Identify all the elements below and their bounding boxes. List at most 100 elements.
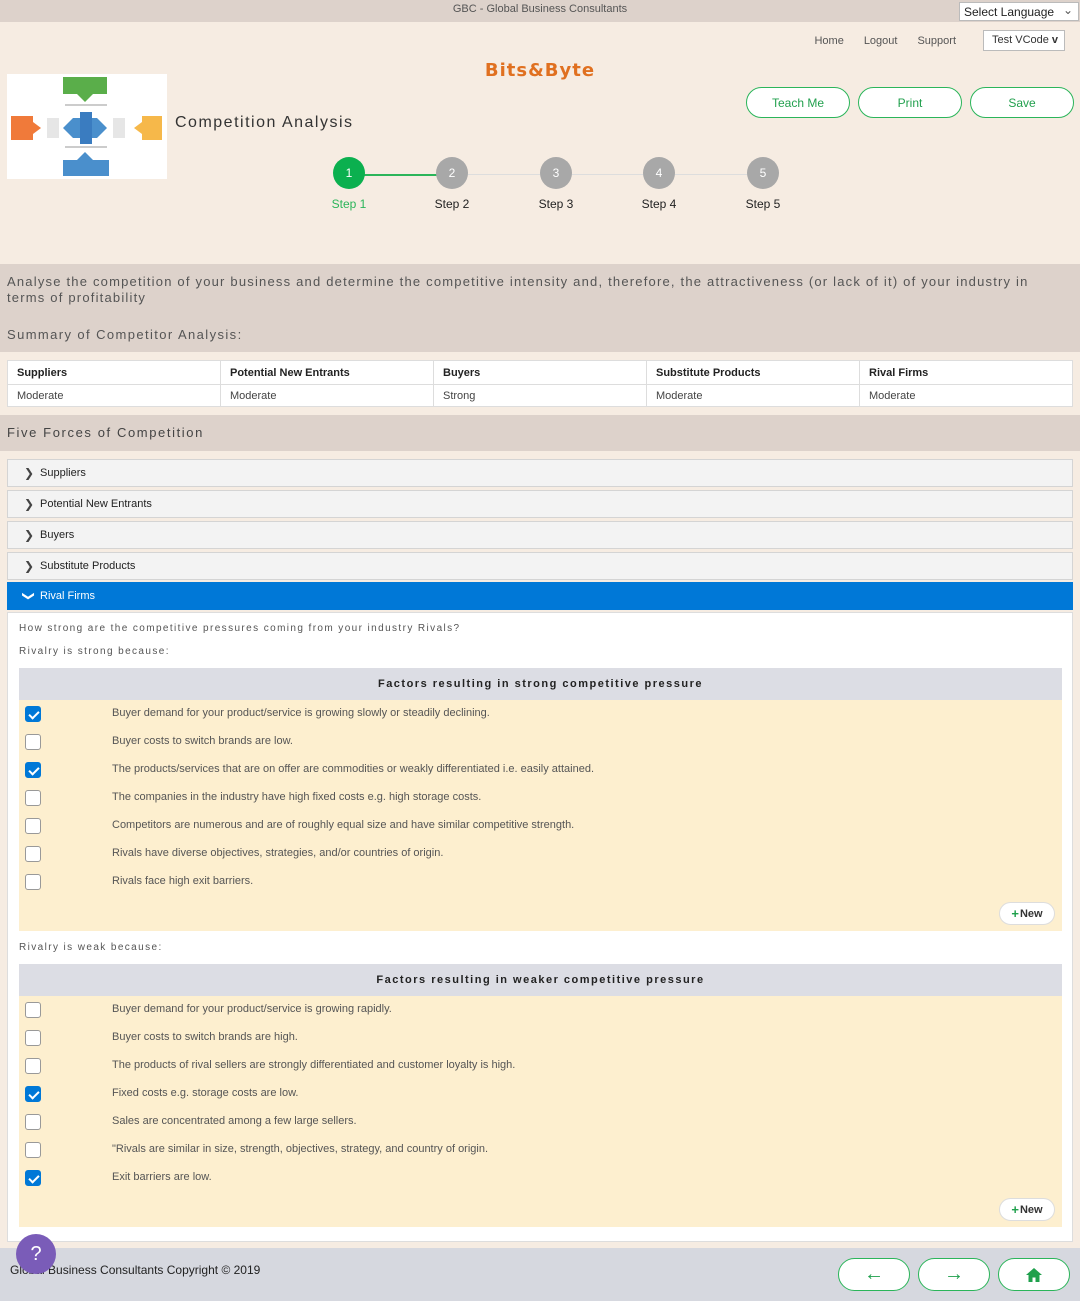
factor-checkbox[interactable] [25,1002,41,1018]
factor-row: Fixed costs e.g. storage costs are low. [19,1080,1062,1108]
factor-checkbox[interactable] [25,1170,41,1186]
print-button[interactable]: Print [858,87,962,118]
factor-text: Buyer costs to switch brands are high. [112,1031,298,1043]
table-header: Substitute Products [646,360,860,385]
home-button[interactable] [998,1258,1070,1291]
vcode-select[interactable]: Test VCode v [983,30,1065,51]
factor-row: The products of rival sellers are strong… [19,1052,1062,1080]
accordion-label: Suppliers [40,467,86,479]
factor-checkbox[interactable] [25,762,41,778]
plus-icon: + [1011,1202,1019,1217]
step-number: 5 [747,157,779,189]
factor-row: The products/services that are on offer … [19,756,1062,784]
weak-factors-header: Factors resulting in weaker competitive … [19,964,1062,996]
nav-support-link[interactable]: Support [917,35,956,47]
factor-checkbox[interactable] [25,1058,41,1074]
new-button-label: New [1019,907,1043,920]
back-button[interactable]: ← [838,1258,910,1291]
factor-checkbox[interactable] [25,1086,41,1102]
header-nav: Home Logout Support [814,35,956,47]
factor-checkbox[interactable] [25,1142,41,1158]
table-cell: Moderate [7,384,221,407]
new-button-label: New [1019,1203,1043,1216]
factor-row: "Rivals are similar in size, strength, o… [19,1136,1062,1164]
chevron-right-icon: ❯ [24,528,35,542]
step-5[interactable]: 5 Step 5 [713,157,813,211]
factor-checkbox[interactable] [25,1030,41,1046]
intro-text: Analyse the competition of your business… [7,274,1029,305]
factor-row: The companies in the industry have high … [19,784,1062,812]
factor-row: Buyer costs to switch brands are low. [19,728,1062,756]
step-number: 3 [540,157,572,189]
table-cell: Moderate [859,384,1073,407]
arrow-left-icon: ← [864,1263,884,1285]
rival-question: How strong are the competitive pressures… [19,623,461,634]
footer: Global Business Consultants Copyright © … [0,1248,1080,1301]
factor-checkbox[interactable] [25,706,41,722]
chevron-right-icon: ❯ [24,466,35,480]
accordion-label: Substitute Products [40,560,136,572]
factor-row: Competitors are numerous and are of roug… [19,812,1062,840]
header-actions: Teach Me Print Save [746,87,1074,118]
teach-me-button[interactable]: Teach Me [746,87,850,118]
step-1[interactable]: 1 Step 1 [299,157,399,211]
add-weak-factor-button[interactable]: + New [999,1198,1055,1221]
factor-text: "Rivals are similar in size, strength, o… [112,1143,489,1155]
factor-text: Buyer demand for your product/service is… [112,1003,392,1015]
strong-rivalry-label: Rivalry is strong because: [19,646,170,657]
factor-text: Buyer demand for your product/service is… [112,707,490,719]
factor-text: Competitors are numerous and are of roug… [112,819,575,831]
language-select[interactable]: Select Language ⌄ [959,2,1079,21]
home-icon [1026,1267,1042,1282]
step-4[interactable]: 4 Step 4 [609,157,709,211]
table-header: Suppliers [7,360,221,385]
factor-checkbox[interactable] [25,734,41,750]
factor-row: Rivals have diverse objectives, strategi… [19,840,1062,868]
factor-text: Fixed costs e.g. storage costs are low. [112,1087,299,1099]
factor-checkbox[interactable] [25,846,41,862]
chevron-down-icon: ❯ [22,590,37,602]
factor-row: Exit barriers are low. [19,1164,1062,1192]
step-number: 1 [333,157,365,189]
language-select-value: Select Language [964,5,1055,19]
table-cell: Moderate [220,384,434,407]
accordion-potential-new-entrants[interactable]: ❯ Potential New Entrants [7,490,1073,518]
factor-checkbox[interactable] [25,874,41,890]
weak-factors-box: Factors resulting in weaker competitive … [19,964,1062,1227]
summary-title: Summary of Competitor Analysis: [7,327,243,342]
forward-button[interactable]: → [918,1258,990,1291]
step-label: Step 1 [331,197,367,211]
step-2[interactable]: 2 Step 2 [402,157,502,211]
save-button[interactable]: Save [970,87,1074,118]
factor-checkbox[interactable] [25,1114,41,1130]
nav-logout-link[interactable]: Logout [864,35,898,47]
factor-row: Sales are concentrated among a few large… [19,1108,1062,1136]
factor-text: Exit barriers are low. [112,1171,212,1183]
accordion-suppliers[interactable]: ❯ Suppliers [7,459,1073,487]
arrow-right-icon: → [944,1263,964,1285]
factor-checkbox[interactable] [25,818,41,834]
help-button[interactable]: ? [16,1234,56,1274]
step-3[interactable]: 3 Step 3 [506,157,606,211]
factor-checkbox[interactable] [25,790,41,806]
accordion-buyers[interactable]: ❯ Buyers [7,521,1073,549]
table-cell: Strong [433,384,647,407]
factor-text: The products of rival sellers are strong… [112,1059,516,1071]
top-bar: GBC - Global Business Consultants Select… [0,0,1080,22]
table-header: Potential New Entrants [220,360,434,385]
accordion-substitute-products[interactable]: ❯ Substitute Products [7,552,1073,580]
factor-text: Buyer costs to switch brands are low. [112,735,293,747]
accordion-rival-firms[interactable]: ❯ Rival Firms [7,582,1073,610]
intro-section: Analyse the competition of your business… [0,264,1080,352]
table-cell: Moderate [646,384,860,407]
strong-factors-box: Factors resulting in strong competitive … [19,668,1062,931]
step-number: 4 [643,157,675,189]
table-header-row: Suppliers Potential New Entrants Buyers … [7,360,1073,385]
add-strong-factor-button[interactable]: + New [999,902,1055,925]
nav-home-link[interactable]: Home [814,35,843,47]
chevron-right-icon: ❯ [24,559,35,573]
factor-row: Buyer demand for your product/service is… [19,996,1062,1024]
table-header: Buyers [433,360,647,385]
factor-row: Buyer costs to switch brands are high. [19,1024,1062,1052]
step-label: Step 2 [434,197,470,211]
